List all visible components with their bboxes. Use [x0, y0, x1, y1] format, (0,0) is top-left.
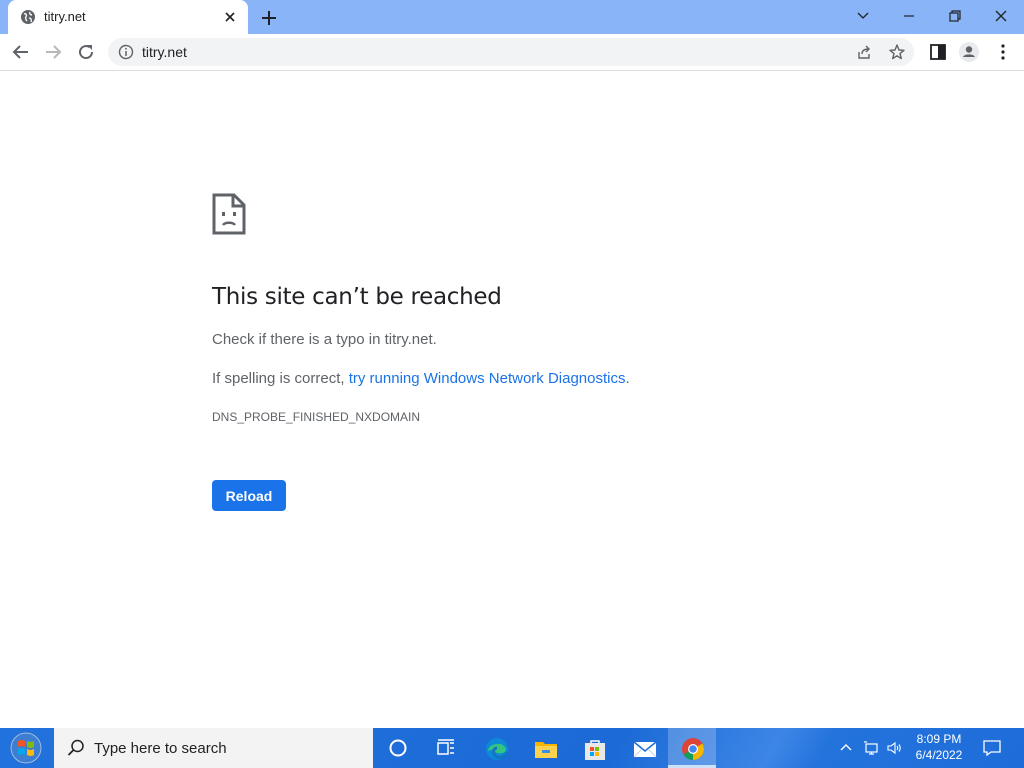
back-icon[interactable] [10, 41, 32, 63]
system-clock[interactable]: 8:09 PM 6/4/2022 [910, 731, 968, 763]
globe-icon [21, 10, 35, 24]
taskbar-search[interactable]: Type here to search [54, 728, 373, 768]
minimize-icon[interactable] [898, 6, 920, 26]
tab-title: titry.net [44, 9, 86, 24]
windows-logo-icon[interactable] [6, 730, 46, 766]
error-suggestion-typo: Check if there is a typo in titry.net. [212, 331, 437, 348]
suggestion-prefix: If spelling is correct, [212, 370, 349, 387]
file-explorer-button[interactable] [521, 728, 569, 768]
restore-icon[interactable] [944, 6, 966, 26]
chevron-down-icon[interactable] [852, 6, 874, 26]
close-icon[interactable] [222, 9, 238, 25]
reload-button[interactable]: Reload [212, 480, 286, 511]
profile-icon[interactable] [958, 41, 980, 63]
chrome-icon [682, 738, 704, 760]
edge-button[interactable] [472, 728, 520, 768]
task-view-icon [437, 739, 454, 755]
mail-icon [633, 741, 657, 758]
clock-time: 8:09 PM [916, 732, 962, 746]
error-code: DNS_PROBE_FINISHED_NXDOMAIN [212, 410, 421, 424]
tab-strip: titry.net [0, 0, 1024, 34]
search-placeholder: Type here to search [94, 740, 227, 757]
sad-page-icon [212, 193, 246, 235]
suggestion-suffix: . [625, 370, 630, 387]
file-explorer-icon [535, 742, 557, 758]
clock-date: 6/4/2022 [915, 748, 963, 762]
browser-tab[interactable]: titry.net [8, 0, 248, 34]
close-window-icon[interactable] [990, 6, 1012, 26]
more-vert-icon[interactable] [992, 41, 1014, 63]
forward-icon[interactable] [42, 41, 64, 63]
search-icon [67, 739, 84, 756]
share-icon[interactable] [856, 44, 872, 60]
cortana-button[interactable] [374, 728, 422, 768]
notification-icon[interactable] [982, 738, 1002, 758]
windows-taskbar: Type here to search 8:09 PM 6/4/2022 [0, 728, 1024, 768]
reload-icon[interactable] [75, 41, 97, 63]
mail-button[interactable] [620, 728, 668, 768]
store-button[interactable] [570, 728, 618, 768]
error-heading: This site can’t be reached [212, 284, 502, 310]
edge-icon [486, 738, 509, 760]
info-icon[interactable] [118, 44, 134, 60]
url-text[interactable]: titry.net [142, 44, 187, 60]
chrome-button[interactable] [668, 728, 716, 768]
side-panel-icon[interactable] [927, 41, 949, 63]
browser-toolbar: titry.net [0, 34, 1024, 71]
volume-icon[interactable] [886, 740, 902, 756]
diagnostics-link[interactable]: try running Windows Network Diagnostics [349, 370, 626, 387]
cortana-icon [389, 739, 407, 757]
address-bar[interactable]: titry.net [108, 38, 914, 66]
error-suggestion-diagnostics: If spelling is correct, try running Wind… [212, 370, 630, 387]
star-icon[interactable] [888, 43, 906, 61]
network-icon[interactable] [863, 740, 879, 756]
store-icon [585, 740, 605, 760]
tray-chevron-icon[interactable] [838, 740, 854, 756]
plus-icon[interactable] [259, 8, 279, 28]
task-view-button[interactable] [422, 728, 470, 768]
